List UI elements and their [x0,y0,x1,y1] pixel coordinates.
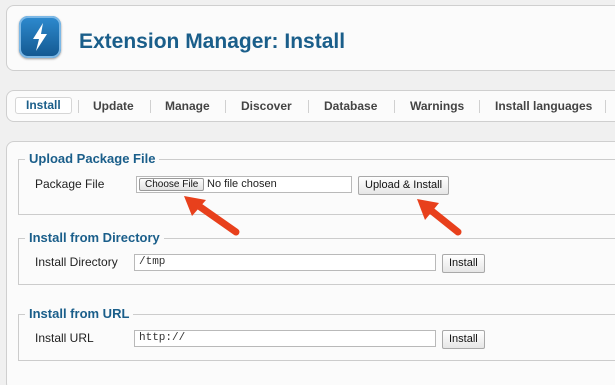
tab-divider [308,100,309,113]
tab-divider [394,100,395,113]
header-panel: Extension Manager: Install [6,5,615,71]
install-form: Upload Package File Package File Choose … [6,141,615,385]
tab-divider [225,100,226,113]
url-legend: Install from URL [25,306,134,321]
directory-legend: Install from Directory [25,230,164,245]
choose-file-button[interactable]: Choose File [139,178,205,191]
install-directory-button[interactable]: Install [442,254,485,273]
tab-divider [479,100,480,113]
submenu-tabs: Install Update Manage Discover Database … [6,90,615,122]
install-url-input[interactable]: http:// [134,330,436,347]
upload-install-button[interactable]: Upload & Install [358,176,450,195]
tab-install-languages[interactable]: Install languages [495,99,592,113]
tab-discover[interactable]: Discover [241,99,292,113]
tab-install[interactable]: Install [15,97,72,114]
arrow-icon [417,199,462,236]
upload-legend: Upload Package File [25,151,160,166]
tab-divider [605,100,606,113]
package-file-label: Package File [35,177,105,191]
install-directory-input[interactable]: /tmp [134,254,436,271]
file-status: No file chosen [207,178,277,190]
tab-manage[interactable]: Manage [165,99,210,113]
install-directory-label: Install Directory [35,255,118,269]
tab-divider [150,100,151,113]
tab-update[interactable]: Update [93,99,134,113]
package-file-input[interactable]: Choose File No file chosen [136,176,352,193]
install-url-label: Install URL [35,331,94,345]
joomla-lightning-icon [19,16,61,58]
tab-divider [78,100,79,113]
tab-database[interactable]: Database [324,99,377,113]
page-title: Extension Manager: Install [79,30,346,53]
tab-warnings[interactable]: Warnings [410,99,464,113]
arrow-icon [184,196,240,236]
install-url-button[interactable]: Install [442,330,485,349]
